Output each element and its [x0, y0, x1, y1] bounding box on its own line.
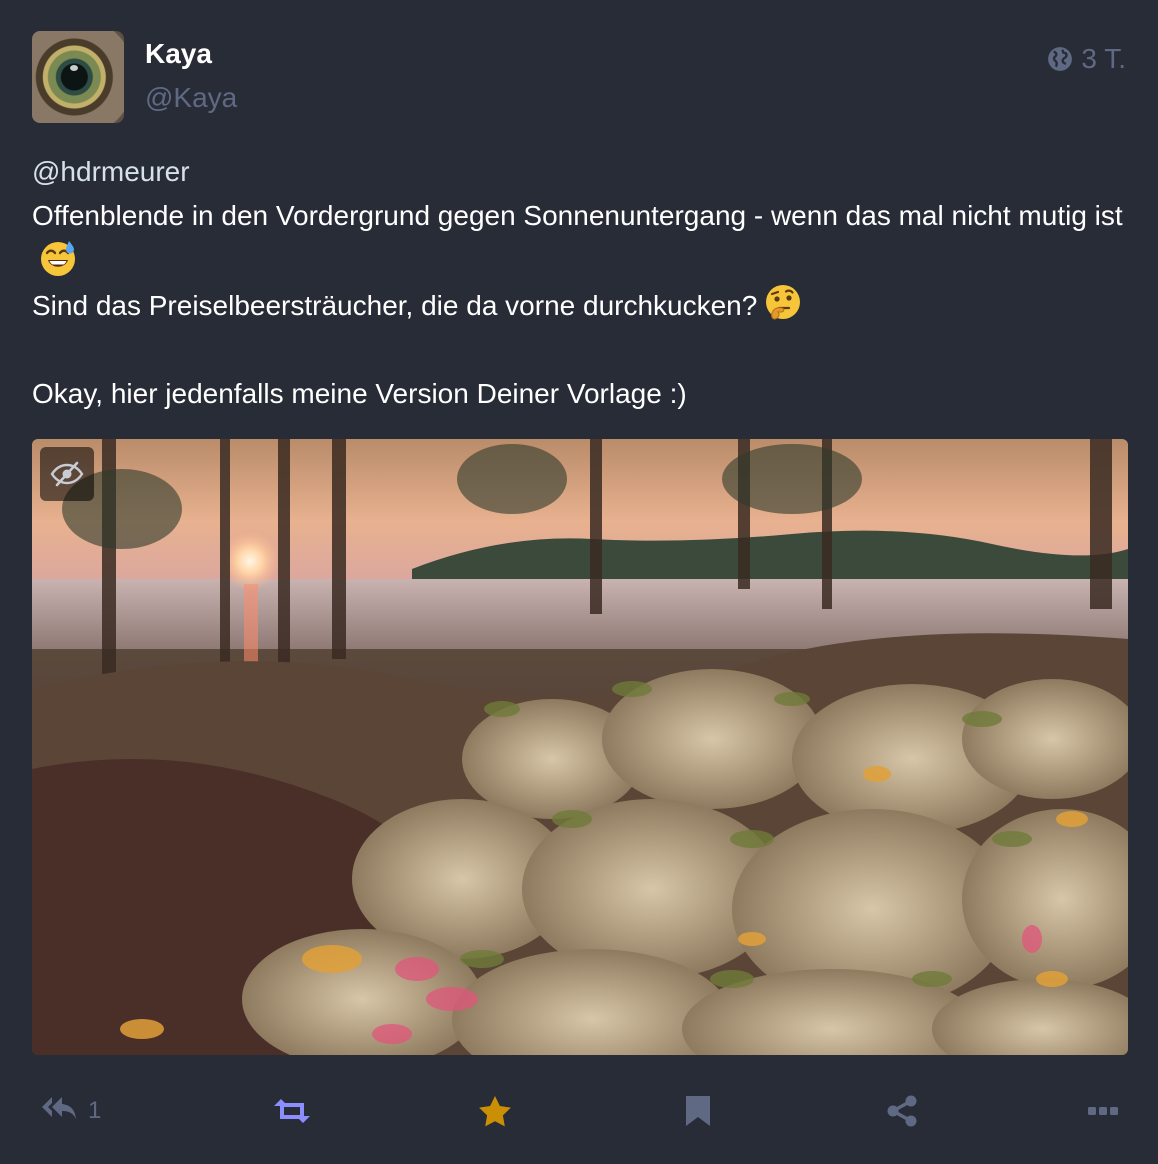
mention-link[interactable]: @hdrmeurer	[32, 156, 190, 187]
bookmark-button[interactable]	[684, 1086, 712, 1136]
boost-button[interactable]	[272, 1086, 312, 1136]
more-button[interactable]	[1087, 1086, 1119, 1136]
avatar-eye-glint	[70, 65, 78, 71]
relative-time[interactable]: 3 T.	[1081, 43, 1126, 75]
retweet-icon	[274, 1099, 310, 1123]
reply-count: 1	[88, 1097, 102, 1124]
display-name[interactable]: Kaya	[145, 38, 212, 70]
globe-icon	[1048, 47, 1073, 71]
hide-media-button[interactable]	[40, 447, 94, 501]
eye-slash-icon	[50, 461, 84, 487]
avatar[interactable]	[32, 31, 124, 123]
reply-all-icon	[42, 1097, 76, 1119]
content-line-1: Offenblende in den Vordergrund gegen Son…	[32, 200, 1123, 231]
bookmark-icon	[686, 1096, 710, 1126]
attached-photo[interactable]	[32, 439, 1128, 1055]
status-card: Kaya @Kaya 3 T. @hdrmeurer Offenblende i…	[0, 0, 1158, 1164]
reply-button[interactable]: 1	[40, 1086, 101, 1136]
content-line-3: Okay, hier jedenfalls meine Version Dein…	[32, 378, 687, 409]
share-icon	[887, 1095, 917, 1127]
thinking-face-emoji	[766, 285, 801, 320]
status-meta[interactable]: 3 T.	[1047, 42, 1126, 76]
share-button[interactable]	[885, 1086, 919, 1136]
content-line-2: Sind das Preiselbeersträucher, die da vo…	[32, 290, 758, 321]
account-handle[interactable]: @Kaya	[145, 82, 237, 114]
media-gallery[interactable]	[32, 439, 1128, 1055]
ellipsis-icon	[1088, 1107, 1118, 1115]
favourite-button[interactable]	[478, 1086, 512, 1136]
action-bar: 1	[0, 1086, 1158, 1136]
sweat-smile-emoji	[41, 241, 75, 276]
status-content: @hdrmeurer Offenblende in den Vordergrun…	[32, 150, 1128, 416]
star-icon	[479, 1096, 511, 1127]
